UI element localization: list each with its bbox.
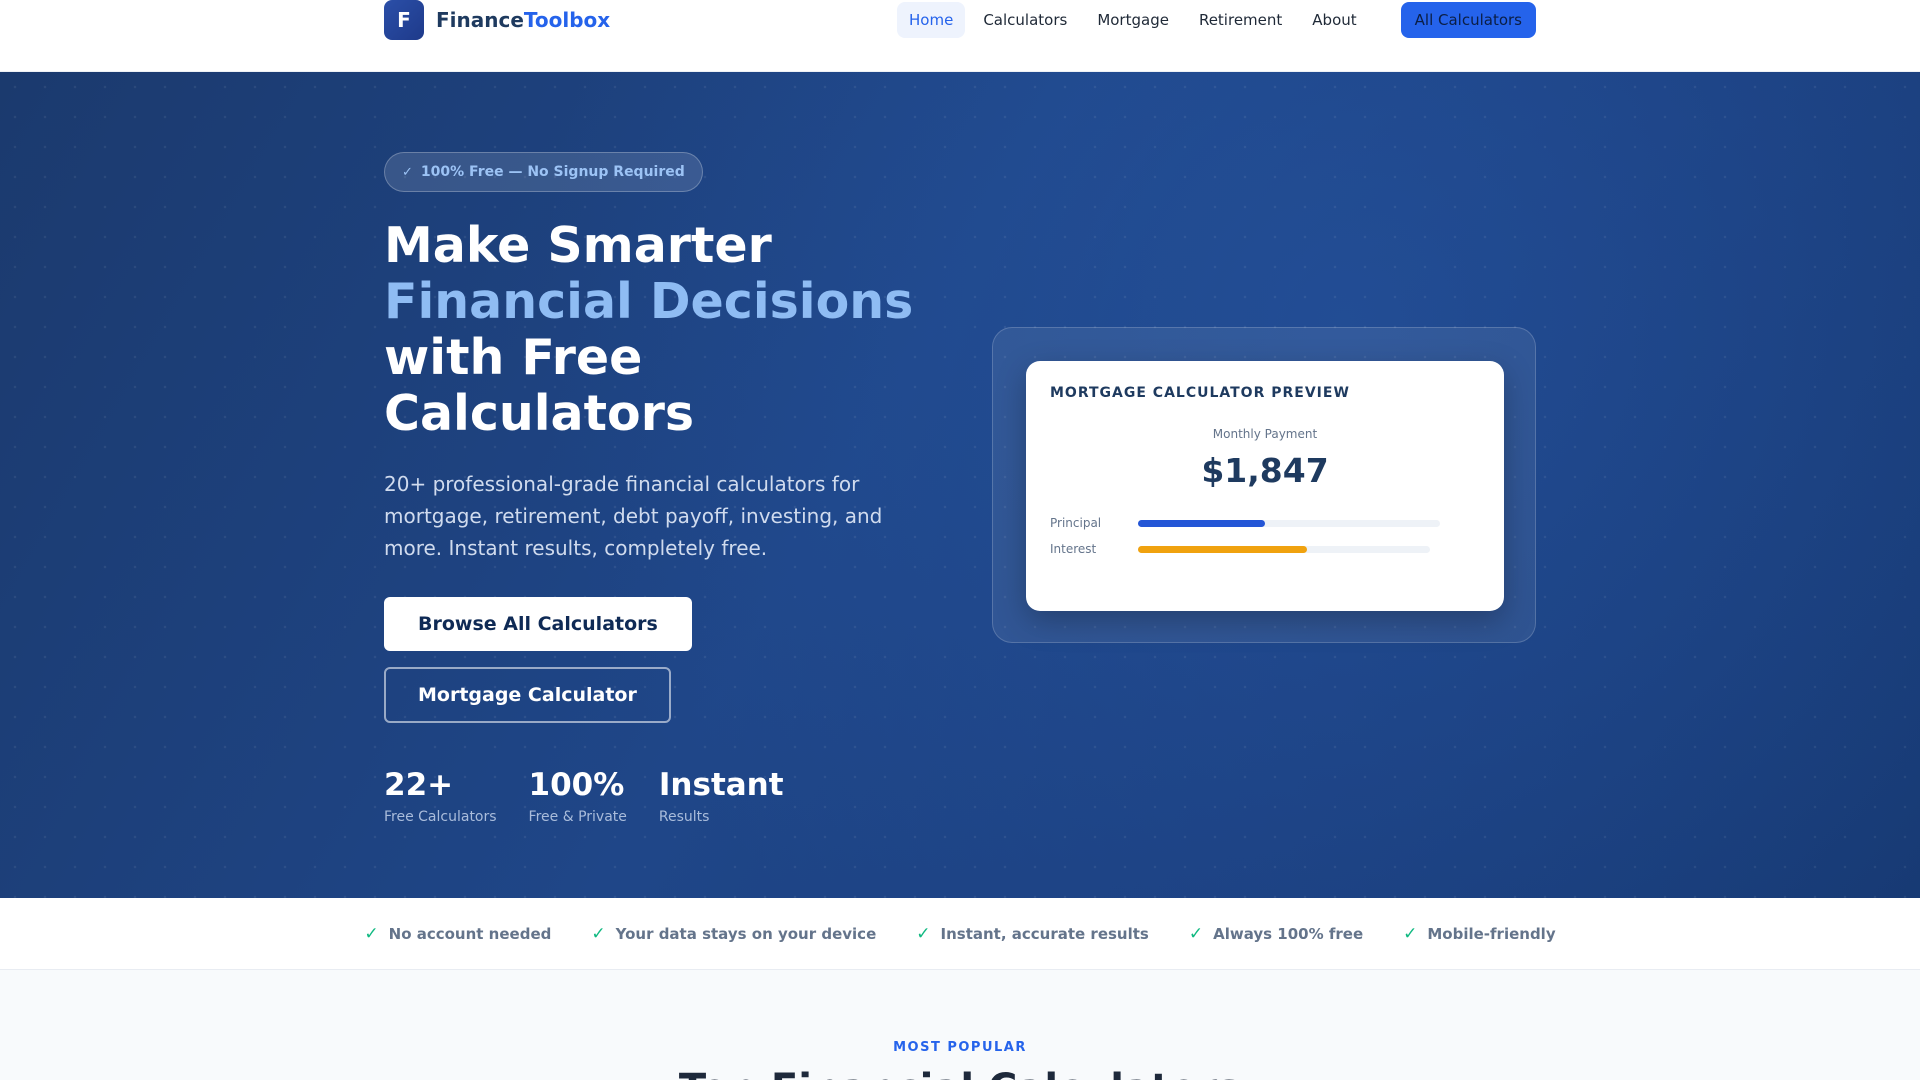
brand[interactable]: F FinanceToolbox	[384, 0, 610, 40]
interest-bar-track	[1138, 545, 1430, 553]
check-icon: ✓	[1188, 923, 1204, 944]
stat-label: Free Calculators	[384, 809, 497, 825]
hero-stats: 22+ Free Calculators 100% Free & Private…	[384, 767, 924, 825]
preview-title: MORTGAGE CALCULATOR PREVIEW	[1050, 385, 1350, 401]
nav-inner: F FinanceToolbox Home Calculators Mortga…	[384, 0, 1536, 40]
hero-content: ✓ 100% Free — No Signup Required Make Sm…	[384, 152, 924, 825]
headline-line-4: Calculators	[384, 385, 695, 442]
nav-links: Home Calculators Mortgage Retirement Abo…	[897, 2, 1536, 38]
nav-link-about[interactable]: About	[1300, 2, 1368, 38]
hero-headline: Make Smarter Financial Decisions with Fr…	[384, 218, 924, 442]
hero-background-pattern	[0, 72, 1920, 898]
principal-row: Principal	[1050, 516, 1480, 530]
interest-label: Interest	[1050, 542, 1097, 556]
trust-item: ✓ Instant, accurate results	[916, 924, 1149, 944]
mortgage-preview-frame: MORTGAGE CALCULATOR PREVIEW Monthly Paym…	[992, 327, 1536, 643]
stat-item: 100% Free & Private	[529, 767, 627, 825]
check-icon: ✓	[916, 923, 931, 944]
trust-item: ✓ Always 100% free	[1189, 924, 1363, 944]
nav-link-mortgage[interactable]: Mortgage	[1085, 2, 1181, 38]
brand-logo-icon: F	[384, 0, 424, 40]
free-badge-label: 100% Free — No Signup Required	[420, 164, 685, 180]
check-icon: ✓	[364, 923, 379, 944]
check-icon: ✓	[1403, 923, 1418, 944]
hero-section: ✓ 100% Free — No Signup Required Make Sm…	[0, 72, 1920, 898]
stat-value: 22+	[384, 767, 454, 803]
trust-item: ✓ No account needed	[364, 924, 551, 944]
interest-row: Interest	[1050, 542, 1480, 556]
popular-section: MOST POPULAR Top Financial Calculators	[0, 970, 1920, 1080]
stat-label: Results	[658, 809, 710, 825]
check-icon: ✓	[402, 164, 413, 180]
trust-item-label: Instant, accurate results	[940, 924, 1149, 943]
brand-name: FinanceToolbox	[436, 8, 610, 32]
principal-label: Principal	[1050, 516, 1102, 530]
trust-item-label: Always 100% free	[1213, 924, 1364, 943]
browse-all-calculators-button[interactable]: Browse All Calculators	[384, 597, 692, 651]
nav-link-calculators[interactable]: Calculators	[971, 2, 1079, 38]
trust-item-label: Mobile-friendly	[1427, 924, 1556, 943]
trust-strip: ✓ No account needed ✓ Your data stays on…	[0, 898, 1920, 970]
hero-subtext: 20+ professional-grade financial calcula…	[384, 472, 883, 560]
brand-name-accent: Toolbox	[523, 8, 611, 32]
section-title: Top Financial Calculators	[0, 1066, 1920, 1080]
headline-line-1: Make Smarter	[384, 217, 772, 274]
stat-value: Instant	[658, 767, 784, 803]
brand-name-main: Finance	[436, 8, 524, 32]
free-badge: ✓ 100% Free — No Signup Required	[384, 152, 703, 192]
mortgage-calculator-button[interactable]: Mortgage Calculator	[384, 667, 671, 723]
stat-item: 22+ Free Calculators	[384, 767, 497, 825]
headline-line-2: Financial Decisions	[384, 273, 914, 330]
headline-line-3: with Free	[384, 329, 643, 386]
all-calculators-button[interactable]: All Calculators	[1400, 2, 1536, 38]
payment-breakdown: Principal Interest	[1050, 516, 1480, 556]
trust-item-label: No account needed	[388, 924, 552, 943]
stat-label: Free & Private	[528, 809, 627, 825]
principal-bar-fill	[1138, 519, 1265, 527]
stat-item: Instant Results	[659, 767, 784, 825]
section-eyebrow: MOST POPULAR	[893, 1040, 1027, 1055]
stat-value: 100%	[528, 767, 625, 803]
nav-link-home[interactable]: Home	[897, 2, 966, 38]
trust-item: ✓ Mobile-friendly	[1403, 924, 1555, 944]
monthly-payment-label: Monthly Payment	[1212, 427, 1318, 441]
principal-bar-track	[1138, 519, 1440, 527]
interest-bar-fill	[1138, 545, 1308, 553]
trust-item-label: Your data stays on your device	[615, 924, 877, 943]
trust-item: ✓ Your data stays on your device	[591, 924, 876, 944]
mortgage-preview-card: MORTGAGE CALCULATOR PREVIEW Monthly Paym…	[1026, 361, 1504, 611]
monthly-payment-amount: $1,847	[1201, 451, 1329, 490]
nav-link-retirement[interactable]: Retirement	[1187, 2, 1294, 38]
top-navigation: F FinanceToolbox Home Calculators Mortga…	[0, 0, 1920, 72]
check-icon: ✓	[591, 923, 606, 944]
